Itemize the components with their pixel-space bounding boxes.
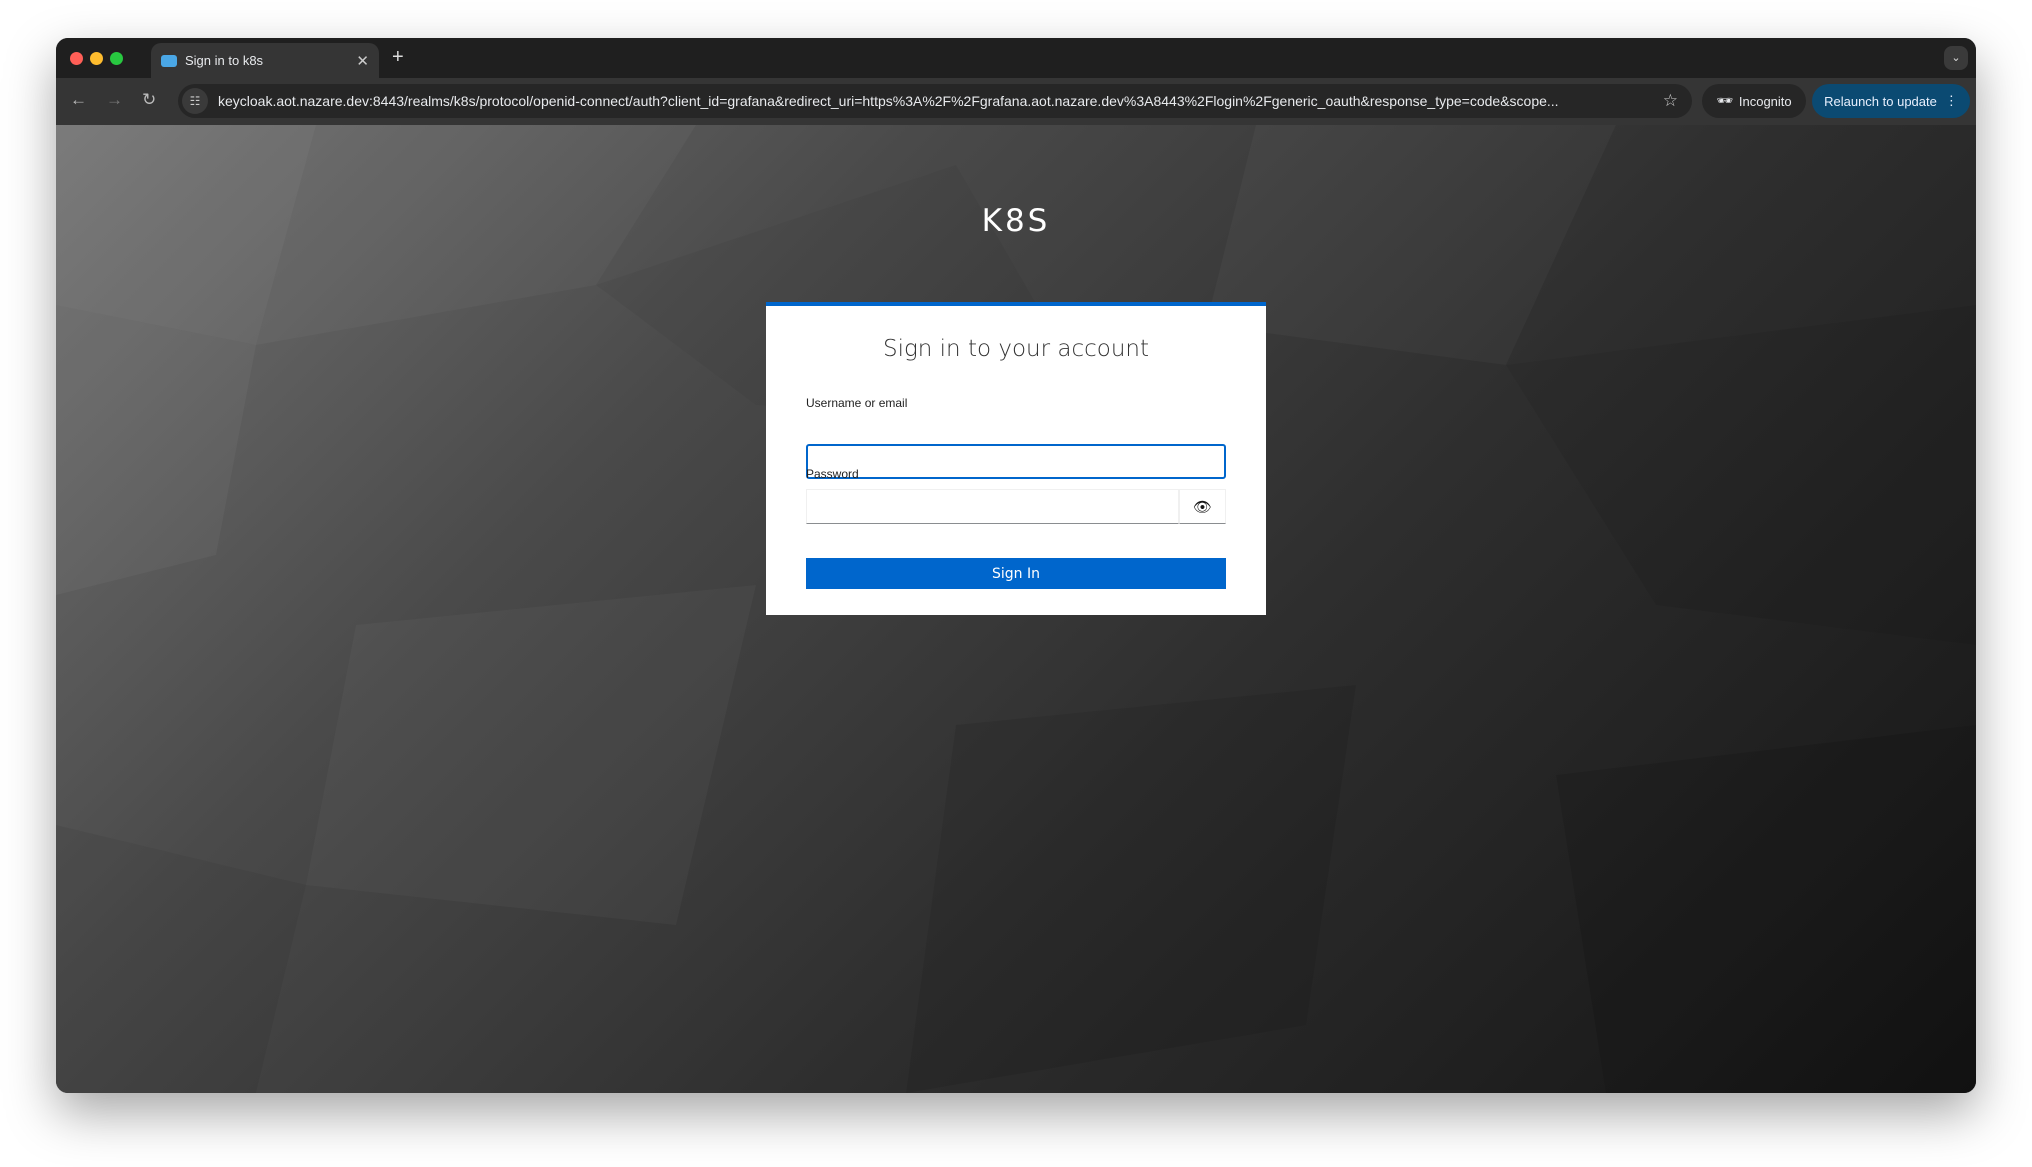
incognito-label: Incognito bbox=[1738, 93, 1792, 109]
forward-arrow-icon[interactable]: → bbox=[106, 90, 123, 110]
sign-in-button[interactable]: Sign In bbox=[806, 558, 1226, 589]
new-tab-icon[interactable]: + bbox=[392, 46, 404, 69]
url-text[interactable]: keycloak.aot.nazare.dev:8443/realms/k8s/… bbox=[218, 93, 1559, 109]
bookmark-star-icon[interactable]: ☆ bbox=[1663, 91, 1678, 111]
tab-search-chevron-down-icon[interactable]: ⌄ bbox=[1944, 46, 1968, 70]
close-window-button[interactable] bbox=[70, 52, 83, 65]
username-input[interactable] bbox=[806, 444, 1226, 479]
password-input[interactable] bbox=[806, 489, 1179, 524]
browser-window: Sign in to k8s ✕ + ⌄ ← → ↻ ☷ keycloak.ao… bbox=[56, 38, 1976, 1093]
back-arrow-icon[interactable]: ← bbox=[70, 90, 87, 110]
incognito-icon: 🕶 bbox=[1716, 93, 1733, 108]
login-card: Sign in to your account Username or emai… bbox=[766, 302, 1266, 615]
tab-sign-in[interactable]: Sign in to k8s ✕ bbox=[151, 43, 379, 78]
more-menu-icon[interactable]: ⋮ bbox=[1945, 93, 1958, 109]
maximize-window-button[interactable] bbox=[110, 52, 123, 65]
minimize-window-button[interactable] bbox=[90, 52, 103, 65]
show-password-eye-icon[interactable]: 👁 bbox=[1179, 489, 1226, 524]
tab-bar: Sign in to k8s ✕ + ⌄ bbox=[56, 38, 1976, 78]
keycloak-favicon-icon bbox=[161, 54, 177, 67]
address-bar[interactable]: ☷ keycloak.aot.nazare.dev:8443/realms/k8… bbox=[178, 84, 1692, 118]
relaunch-label: Relaunch to update bbox=[1824, 93, 1937, 109]
close-tab-icon[interactable]: ✕ bbox=[356, 52, 369, 70]
relaunch-button[interactable]: Relaunch to update ⋮ bbox=[1812, 84, 1970, 118]
page-title: Sign in to your account bbox=[882, 336, 1150, 362]
site-settings-icon[interactable]: ☷ bbox=[182, 88, 208, 114]
password-label: Password bbox=[806, 467, 859, 481]
username-label: Username or email bbox=[806, 396, 908, 410]
realm-name: K8S bbox=[981, 203, 1051, 239]
login-page: K8S Sign in to your account Username or … bbox=[56, 125, 1976, 1093]
tab-title: Sign in to k8s bbox=[185, 53, 264, 68]
reload-icon[interactable]: ↻ bbox=[142, 90, 156, 110]
toolbar: ← → ↻ ☷ keycloak.aot.nazare.dev:8443/rea… bbox=[56, 78, 1976, 125]
incognito-indicator[interactable]: 🕶 Incognito bbox=[1702, 84, 1806, 118]
